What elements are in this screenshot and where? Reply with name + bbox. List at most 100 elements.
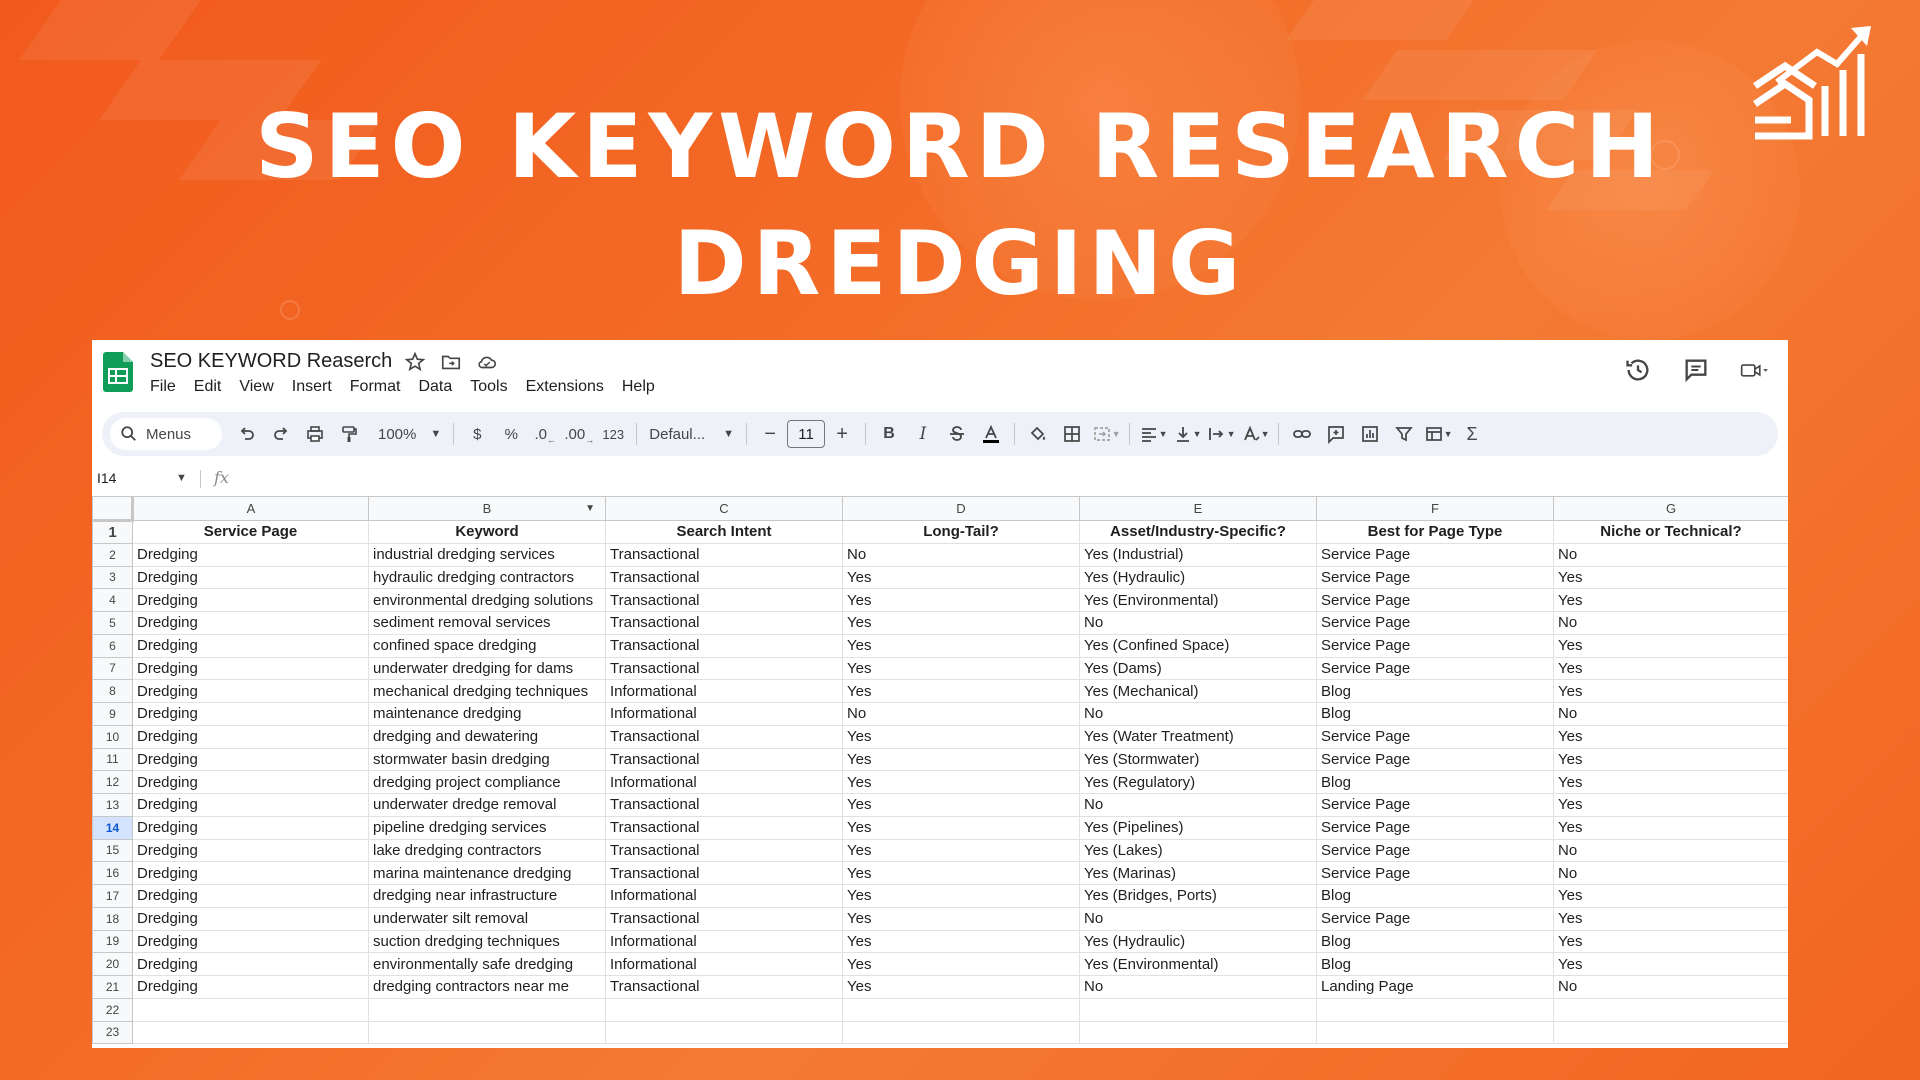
cell-b[interactable]: dredging and dewatering bbox=[368, 724, 606, 749]
cell-a[interactable]: Dredging bbox=[132, 679, 369, 703]
horizontal-align-button[interactable]: ▼ bbox=[1136, 418, 1170, 450]
cell-g[interactable]: Yes bbox=[1553, 952, 1788, 976]
cell-c[interactable]: Transactional bbox=[605, 838, 843, 863]
cell-e[interactable]: No bbox=[1079, 702, 1317, 726]
cell-f[interactable]: Service Page bbox=[1316, 861, 1554, 885]
undo-button[interactable] bbox=[230, 418, 264, 450]
cell-e[interactable]: Yes (Hydraulic) bbox=[1079, 929, 1317, 954]
cell-g[interactable]: No bbox=[1553, 975, 1788, 999]
borders-button[interactable] bbox=[1055, 418, 1089, 450]
cell-f[interactable]: Service Page bbox=[1316, 656, 1554, 681]
cell-a[interactable]: Dredging bbox=[132, 611, 369, 635]
merge-cells-button[interactable]: ▼ bbox=[1089, 418, 1123, 450]
header-cell-c[interactable]: Search Intent bbox=[605, 520, 843, 544]
cell-a[interactable]: Dredging bbox=[132, 724, 369, 749]
insert-chart-button[interactable] bbox=[1353, 418, 1387, 450]
cell-e[interactable]: No bbox=[1079, 906, 1317, 931]
cell-a[interactable] bbox=[132, 1020, 369, 1045]
cell-f[interactable]: Blog bbox=[1316, 770, 1554, 794]
cell-f[interactable]: Service Page bbox=[1316, 815, 1554, 840]
cell-e[interactable]: Yes (Industrial) bbox=[1079, 542, 1317, 567]
strikethrough-button[interactable] bbox=[940, 418, 974, 450]
header-cell-b[interactable]: Keyword bbox=[368, 520, 606, 544]
font-select[interactable]: Defaul... ▼ bbox=[643, 418, 740, 450]
cell-f[interactable]: Service Page bbox=[1316, 838, 1554, 863]
cell-a[interactable]: Dredging bbox=[132, 975, 369, 999]
cell-e[interactable]: Yes (Marinas) bbox=[1079, 861, 1317, 885]
cell-d[interactable]: Yes bbox=[842, 975, 1080, 999]
row-header[interactable]: 23 bbox=[92, 1020, 133, 1045]
cell-c[interactable]: Transactional bbox=[605, 975, 843, 999]
cell-a[interactable]: Dredging bbox=[132, 542, 369, 567]
cell-c[interactable]: Transactional bbox=[605, 656, 843, 681]
cell-g[interactable]: Yes bbox=[1553, 588, 1788, 612]
cell-c[interactable]: Informational bbox=[605, 679, 843, 703]
menu-help[interactable]: Help bbox=[613, 378, 664, 396]
cell-a[interactable]: Dredging bbox=[132, 770, 369, 794]
header-cell-f[interactable]: Best for Page Type bbox=[1316, 520, 1554, 544]
cell-d[interactable]: Yes bbox=[842, 838, 1080, 863]
cell-g[interactable]: No bbox=[1553, 702, 1788, 726]
cell-e[interactable]: Yes (Pipelines) bbox=[1079, 815, 1317, 840]
row-header[interactable]: 20 bbox=[92, 952, 133, 976]
row-header[interactable]: 3 bbox=[92, 565, 133, 590]
cell-b[interactable]: sediment removal services bbox=[368, 611, 606, 635]
cell-a[interactable]: Dredging bbox=[132, 815, 369, 840]
star-icon[interactable] bbox=[404, 351, 426, 373]
document-title[interactable]: SEO KEYWORD Reaserch bbox=[150, 350, 392, 373]
decrease-decimal-button[interactable]: .0 ← bbox=[528, 418, 562, 450]
cell-d[interactable]: No bbox=[842, 702, 1080, 726]
row-header[interactable]: 5 bbox=[92, 611, 133, 635]
cell-b[interactable]: suction dredging techniques bbox=[368, 929, 606, 954]
cell-e[interactable]: Yes (Water Treatment) bbox=[1079, 724, 1317, 749]
cell-g[interactable]: No bbox=[1553, 838, 1788, 863]
cell-d[interactable]: Yes bbox=[842, 611, 1080, 635]
cell-a[interactable] bbox=[132, 997, 369, 1022]
cell-a[interactable]: Dredging bbox=[132, 588, 369, 612]
cloud-status-icon[interactable] bbox=[476, 351, 498, 373]
cell-e[interactable]: Yes (Confined Space) bbox=[1079, 633, 1317, 658]
cell-e[interactable]: Yes (Hydraulic) bbox=[1079, 565, 1317, 590]
print-button[interactable] bbox=[298, 418, 332, 450]
text-wrapping-button[interactable]: ▼ bbox=[1204, 418, 1238, 450]
cell-g[interactable]: Yes bbox=[1553, 679, 1788, 703]
cell-a[interactable]: Dredging bbox=[132, 747, 369, 772]
cell-e[interactable]: Yes (Bridges, Ports) bbox=[1079, 884, 1317, 908]
menu-data[interactable]: Data bbox=[409, 378, 461, 396]
move-folder-icon[interactable] bbox=[440, 351, 462, 373]
cell-b[interactable]: mechanical dredging techniques bbox=[368, 679, 606, 703]
header-cell-a[interactable]: Service Page bbox=[132, 520, 369, 544]
cell-a[interactable]: Dredging bbox=[132, 702, 369, 726]
menu-edit[interactable]: Edit bbox=[185, 378, 231, 396]
column-header-f[interactable]: F bbox=[1316, 496, 1554, 521]
insert-link-button[interactable] bbox=[1285, 418, 1319, 450]
cell-d[interactable]: Yes bbox=[842, 679, 1080, 703]
cell-f[interactable] bbox=[1316, 1020, 1554, 1045]
cell-f[interactable]: Landing Page bbox=[1316, 975, 1554, 999]
row-header[interactable]: 11 bbox=[92, 747, 133, 772]
table-button[interactable]: ▼ bbox=[1421, 418, 1455, 450]
cell-b[interactable]: underwater silt removal bbox=[368, 906, 606, 931]
cell-b[interactable]: lake dredging contractors bbox=[368, 838, 606, 863]
cell-e[interactable]: Yes (Regulatory) bbox=[1079, 770, 1317, 794]
cell-g[interactable]: Yes bbox=[1553, 565, 1788, 590]
cell-e[interactable]: Yes (Lakes) bbox=[1079, 838, 1317, 863]
cell-f[interactable]: Service Page bbox=[1316, 588, 1554, 612]
cell-e[interactable]: Yes (Environmental) bbox=[1079, 588, 1317, 612]
cell-f[interactable]: Service Page bbox=[1316, 611, 1554, 635]
cell-e[interactable] bbox=[1079, 997, 1317, 1022]
cell-b[interactable]: dredging contractors near me bbox=[368, 975, 606, 999]
cell-c[interactable]: Informational bbox=[605, 884, 843, 908]
cell-c[interactable]: Transactional bbox=[605, 861, 843, 885]
cell-c[interactable]: Informational bbox=[605, 770, 843, 794]
cell-d[interactable]: Yes bbox=[842, 770, 1080, 794]
cell-b[interactable]: industrial dredging services bbox=[368, 542, 606, 567]
comments-icon[interactable] bbox=[1682, 356, 1710, 384]
column-header-e[interactable]: E bbox=[1079, 496, 1317, 521]
cell-a[interactable]: Dredging bbox=[132, 929, 369, 954]
bold-button[interactable]: B bbox=[872, 418, 906, 450]
row-header[interactable]: 13 bbox=[92, 793, 133, 817]
text-rotation-button[interactable]: ▼ bbox=[1238, 418, 1272, 450]
row-header[interactable]: 21 bbox=[92, 975, 133, 999]
row-header[interactable]: 22 bbox=[92, 997, 133, 1022]
